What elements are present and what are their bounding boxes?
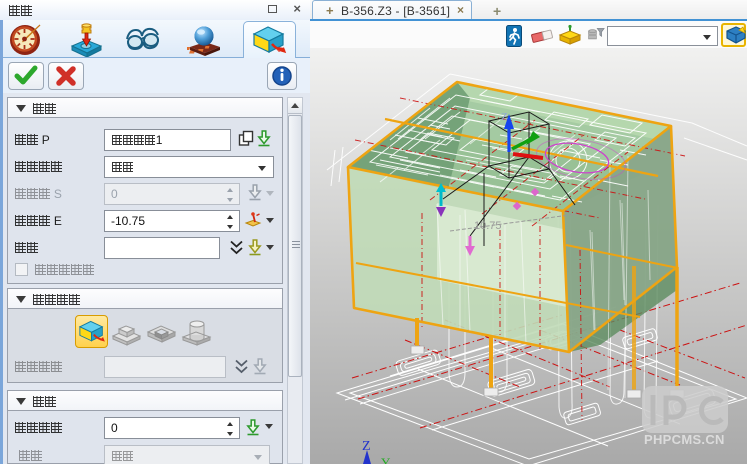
svg-text:Z: Z — [362, 439, 371, 454]
svg-text:PHPCMS.CN: PHPCMS.CN — [644, 432, 725, 447]
svg-text:10.75: 10.75 — [474, 220, 502, 232]
svg-text:Y: Y — [381, 455, 391, 464]
svg-text:Z: Z — [501, 111, 508, 123]
